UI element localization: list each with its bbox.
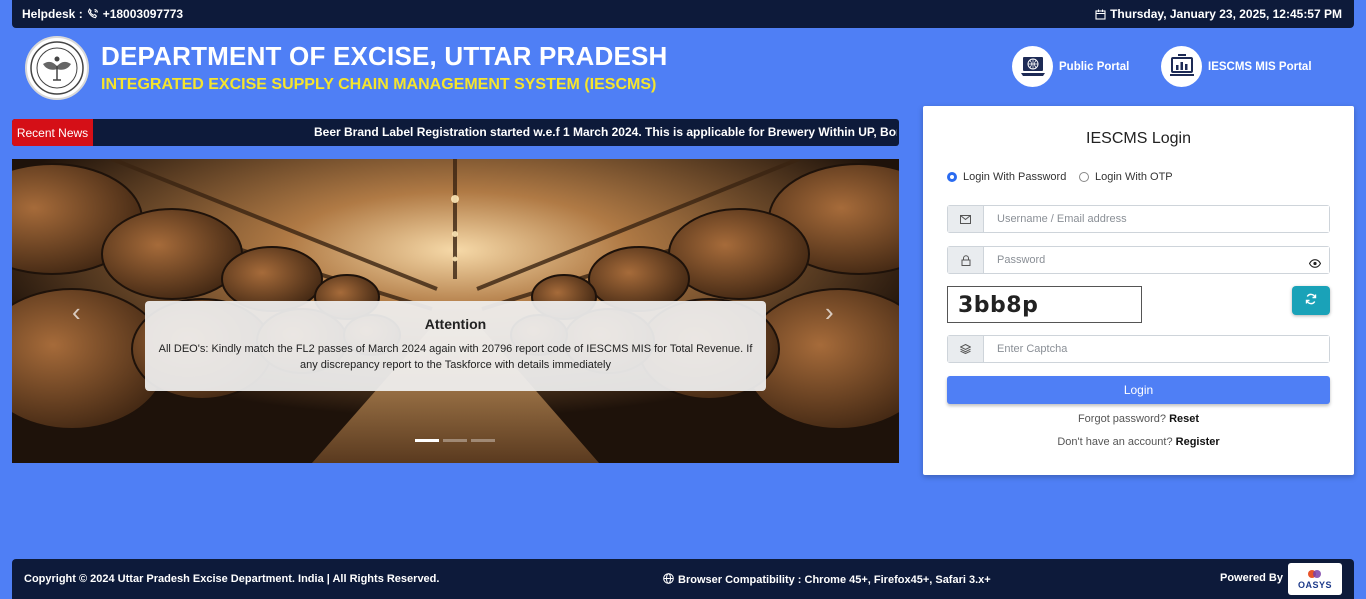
mis-portal-link[interactable]: IESCMS MIS Portal bbox=[1161, 46, 1312, 87]
recent-news-tag: Recent News bbox=[12, 119, 93, 146]
forgot-password-line: Forgot password? Reset bbox=[923, 413, 1354, 425]
login-button[interactable]: Login bbox=[947, 376, 1330, 404]
password-input[interactable] bbox=[984, 247, 1329, 273]
username-group bbox=[947, 205, 1330, 233]
powered-by-text: Powered By bbox=[1220, 572, 1283, 584]
carousel-prev-button[interactable]: ‹ bbox=[72, 299, 81, 325]
public-portal-link[interactable]: Public Portal bbox=[1012, 46, 1129, 87]
captcha-group bbox=[947, 335, 1330, 363]
layers-icon bbox=[948, 336, 984, 362]
captcha-refresh-button[interactable] bbox=[1292, 286, 1330, 315]
captcha-input[interactable] bbox=[984, 336, 1329, 362]
mis-portal-icon bbox=[1161, 46, 1202, 87]
register-text: Don't have an account? bbox=[1057, 436, 1173, 448]
radio-selected-icon bbox=[947, 172, 957, 182]
news-ticker: Recent News Beer Brand Label Registratio… bbox=[12, 119, 899, 146]
carousel-caption: Attention All DEO's: Kindly match the FL… bbox=[145, 301, 766, 391]
up-emblem-logo[interactable] bbox=[25, 36, 89, 100]
carousel-indicator[interactable] bbox=[471, 439, 495, 442]
oasys-logo-text: OASYS bbox=[1297, 580, 1332, 590]
helpdesk: Helpdesk : +18003097773 bbox=[22, 7, 183, 21]
top-bar: Helpdesk : +18003097773 Thursday, Januar… bbox=[12, 0, 1354, 28]
calendar-icon bbox=[1095, 9, 1106, 20]
login-with-password-label: Login With Password bbox=[963, 171, 1067, 183]
radio-unselected-icon bbox=[1079, 172, 1089, 182]
footer: Copyright © 2024 Uttar Pradesh Excise De… bbox=[12, 559, 1354, 599]
helpdesk-label: Helpdesk : bbox=[22, 7, 83, 21]
login-with-password-radio[interactable]: Login With Password bbox=[947, 171, 1066, 183]
lock-icon bbox=[948, 247, 984, 273]
eye-icon[interactable] bbox=[1308, 255, 1322, 273]
datetime-text: Thursday, January 23, 2025, 12:45:57 PM bbox=[1110, 7, 1342, 21]
datetime: Thursday, January 23, 2025, 12:45:57 PM bbox=[1095, 7, 1342, 21]
globe-icon bbox=[663, 573, 674, 587]
public-portal-label: Public Portal bbox=[1059, 60, 1130, 73]
mis-portal-label: IESCMS MIS Portal bbox=[1208, 60, 1312, 73]
oasys-mark-icon bbox=[1308, 570, 1321, 578]
login-panel: IESCMS Login Login With Password Login W… bbox=[923, 106, 1354, 475]
register-line: Don't have an account? Register bbox=[923, 436, 1354, 448]
helpdesk-phone[interactable]: +18003097773 bbox=[103, 7, 183, 21]
caption-title: Attention bbox=[424, 316, 487, 332]
carousel-indicator[interactable] bbox=[415, 439, 439, 442]
copyright-text: Copyright © 2024 Uttar Pradesh Excise De… bbox=[24, 573, 440, 585]
login-title: IESCMS Login bbox=[1086, 130, 1191, 147]
public-portal-icon bbox=[1012, 46, 1053, 87]
password-group bbox=[947, 246, 1330, 274]
phone-icon bbox=[87, 8, 99, 20]
caption-text: All DEO's: Kindly match the FL2 passes o… bbox=[158, 343, 753, 371]
reset-link[interactable]: Reset bbox=[1169, 413, 1199, 425]
login-with-otp-radio[interactable]: Login With OTP bbox=[1079, 171, 1173, 183]
forgot-password-text: Forgot password? bbox=[1077, 413, 1166, 425]
carousel-indicator[interactable] bbox=[443, 439, 467, 442]
browser-compat-text: Browser Compatibility : Chrome 45+, Fire… bbox=[678, 574, 991, 586]
page-subtitle: INTEGRATED EXCISE SUPPLY CHAIN MANAGEMEN… bbox=[101, 76, 657, 93]
browser-compat: Browser Compatibility : Chrome 45+, Fire… bbox=[663, 573, 991, 587]
envelope-icon bbox=[948, 206, 984, 232]
register-link[interactable]: Register bbox=[1176, 436, 1220, 448]
refresh-icon bbox=[1305, 292, 1317, 310]
username-input[interactable] bbox=[984, 206, 1329, 232]
captcha-image: 3bb8p bbox=[947, 286, 1142, 323]
login-with-otp-label: Login With OTP bbox=[1095, 171, 1173, 183]
image-carousel[interactable]: ‹ › Attention All DEO's: Kindly match th… bbox=[12, 159, 899, 463]
oasys-logo[interactable]: OASYS bbox=[1288, 563, 1342, 595]
page-title: DEPARTMENT OF EXCISE, UTTAR PRADESH bbox=[101, 41, 668, 71]
carousel-next-button[interactable]: › bbox=[825, 299, 834, 325]
news-text[interactable]: Beer Brand Label Registration started w.… bbox=[314, 119, 897, 146]
